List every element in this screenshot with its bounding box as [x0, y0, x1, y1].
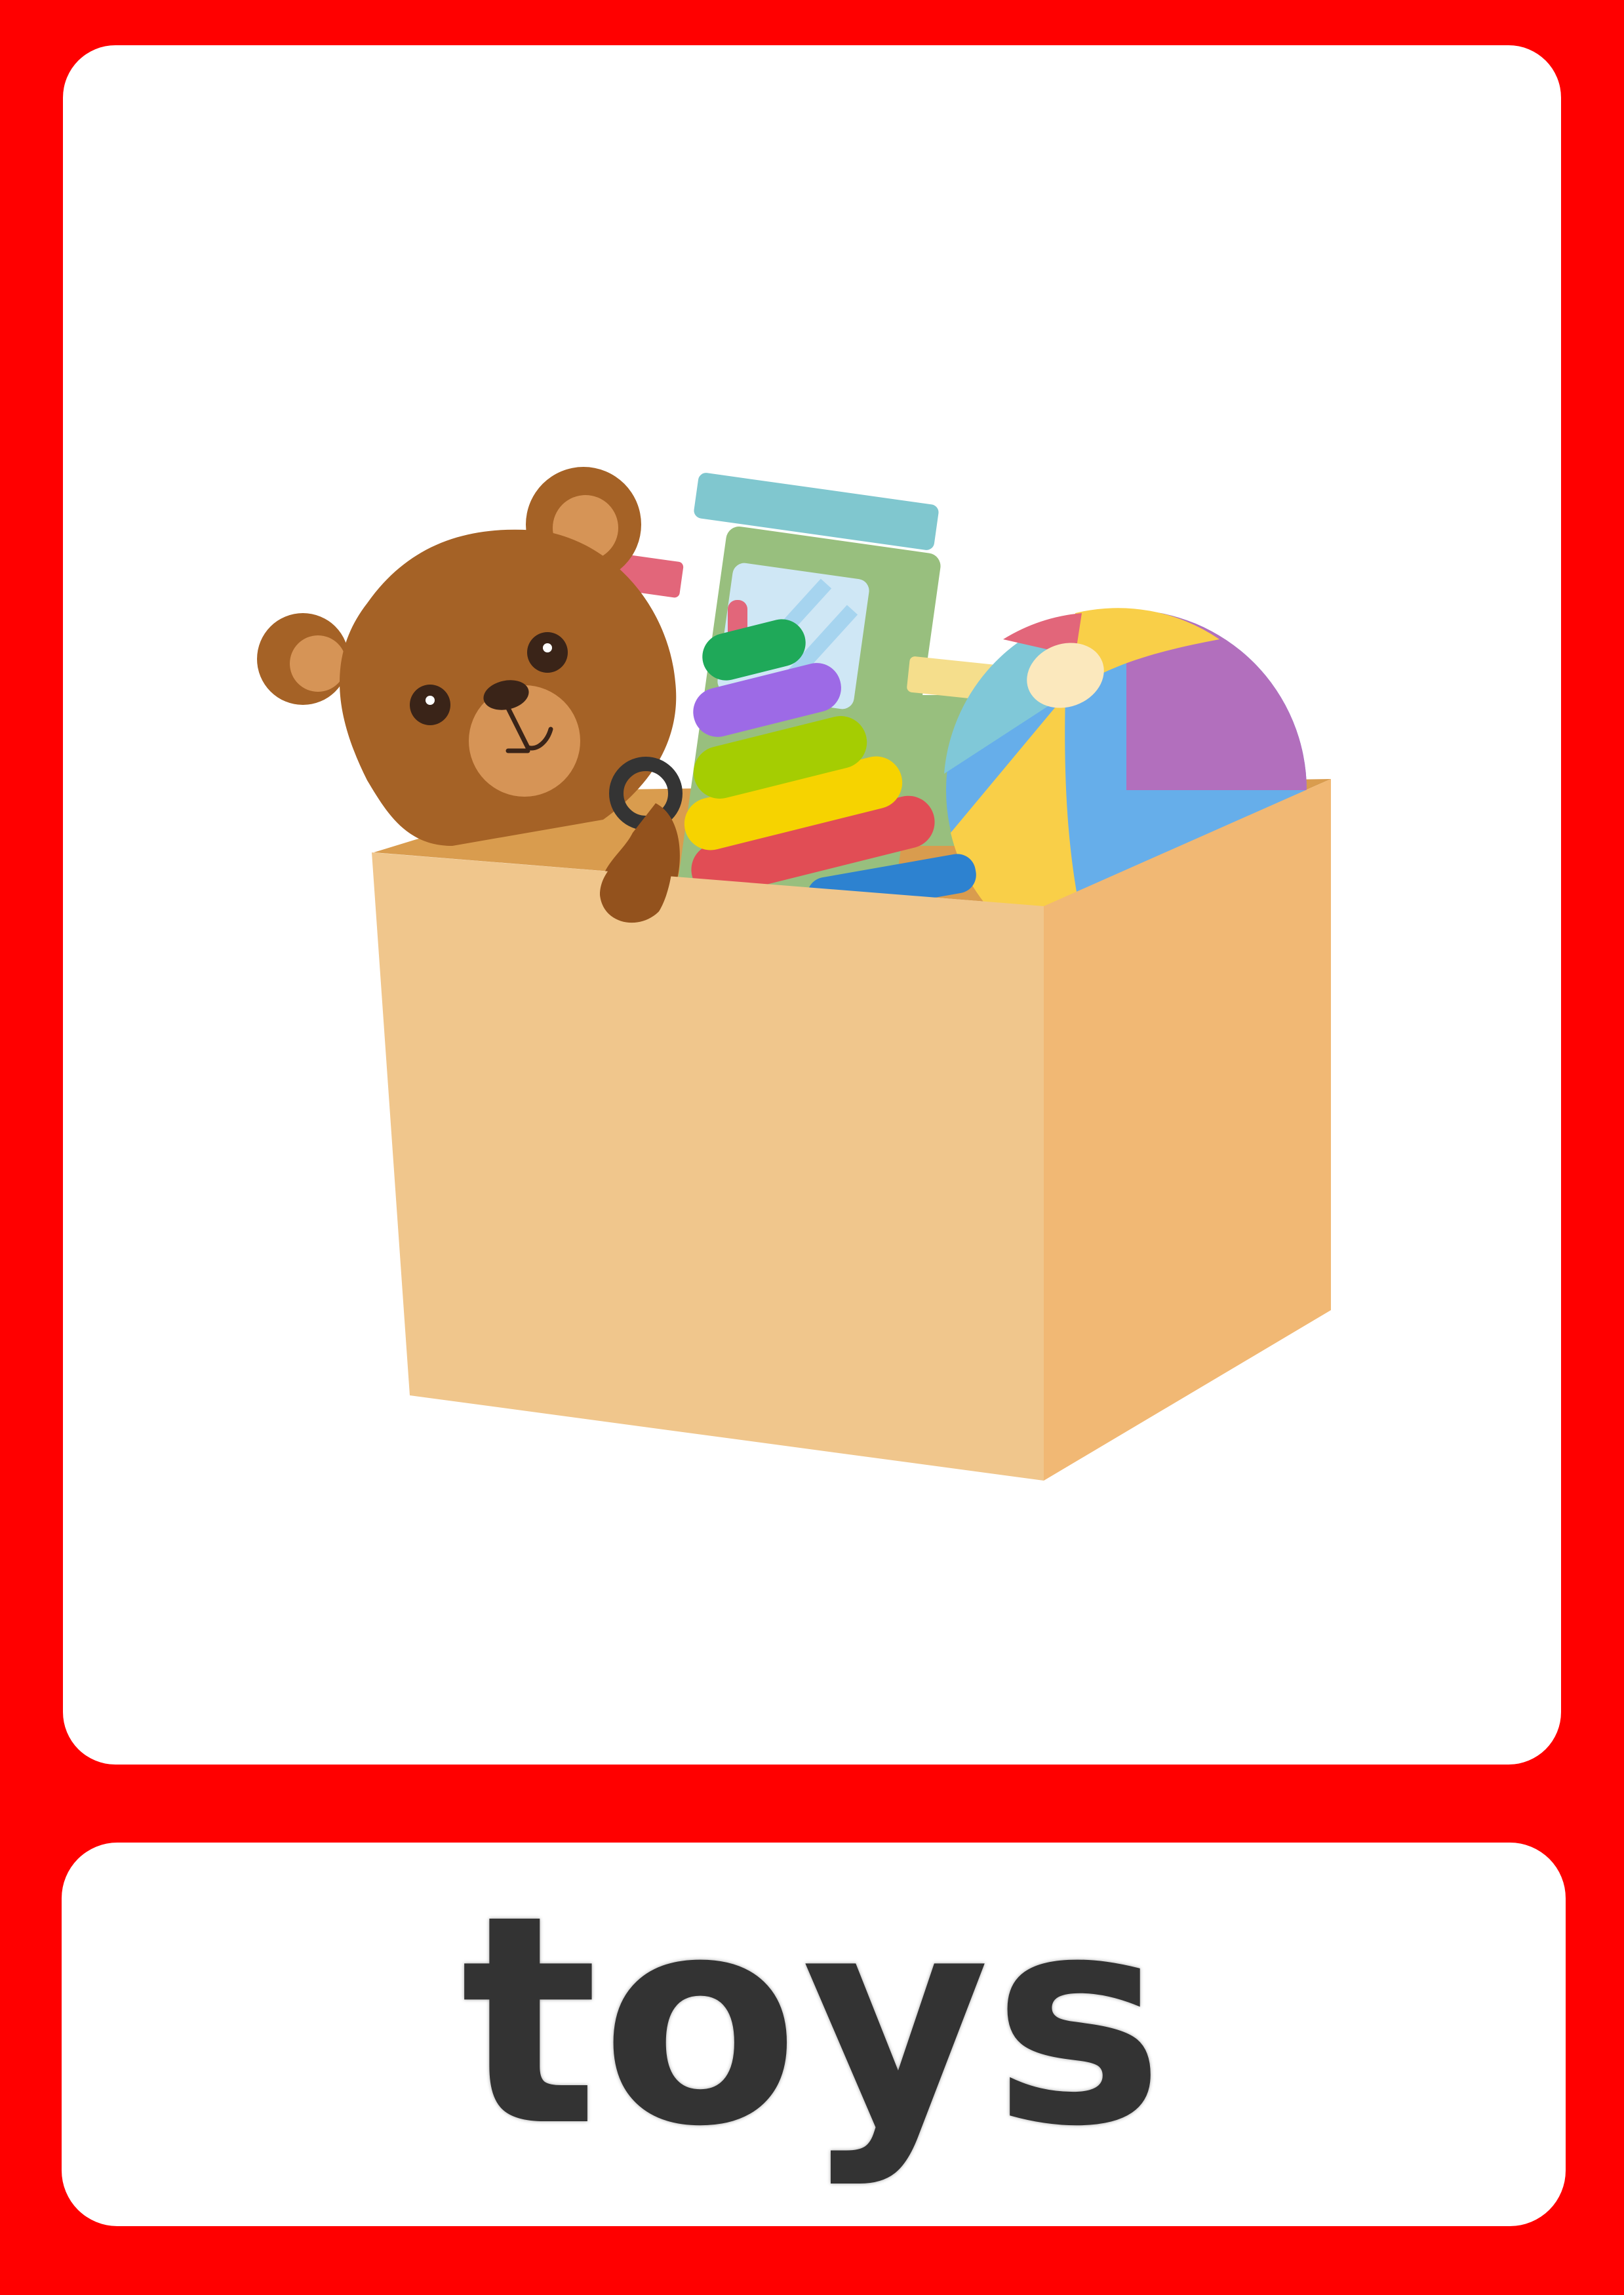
illustration-panel — [63, 45, 1561, 1765]
flashcard: toys — [0, 0, 1624, 2295]
word-label: toys — [460, 1853, 1167, 2189]
word-label-panel: toys — [62, 1843, 1566, 2226]
toy-box-icon — [257, 467, 1331, 1481]
box-front — [372, 852, 1044, 1481]
